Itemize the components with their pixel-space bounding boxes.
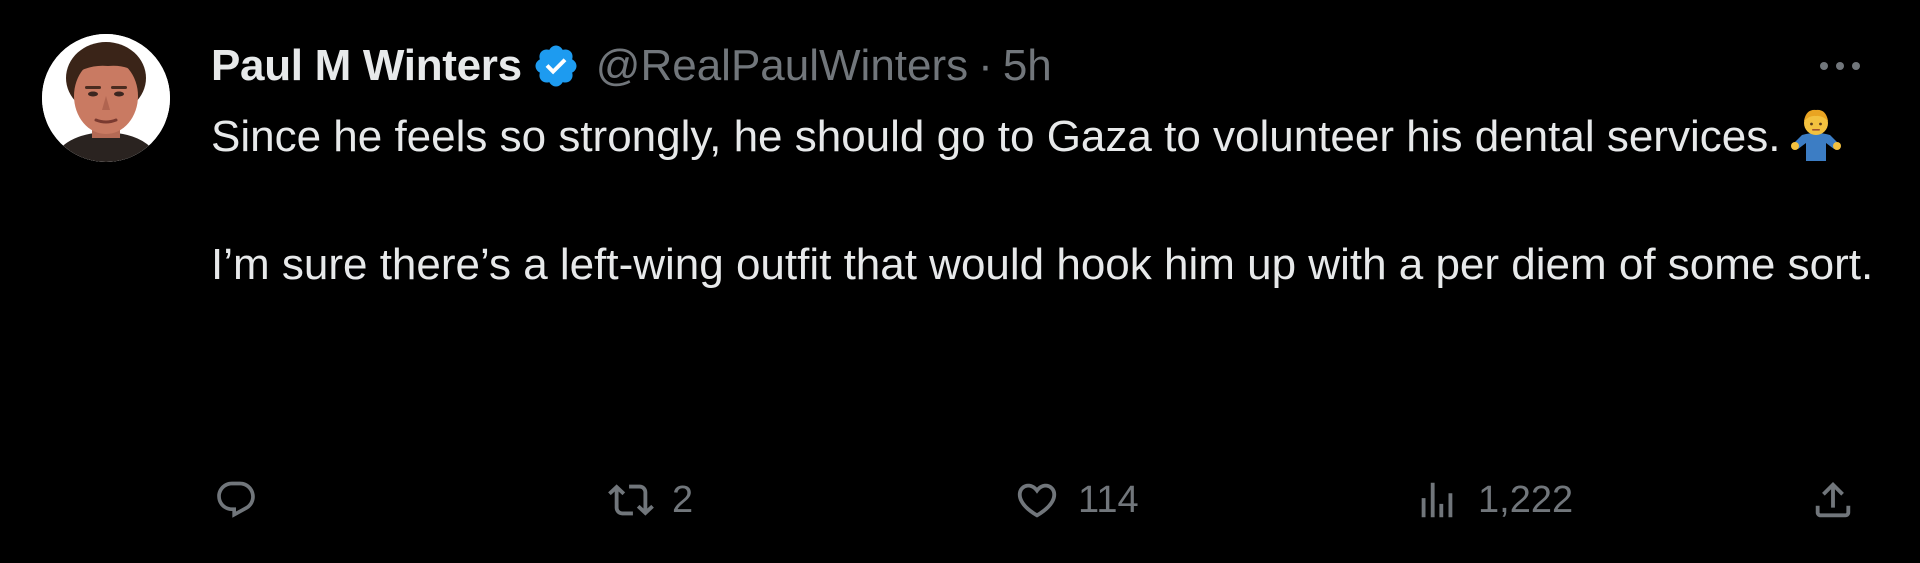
author-handle[interactable]: @RealPaulWinters (596, 36, 968, 96)
like-button[interactable]: 114 (1014, 470, 1139, 530)
views-button[interactable]: 1,222 (1414, 470, 1573, 530)
tweet-timestamp[interactable]: 5h (1003, 36, 1052, 96)
tweet-paragraph-1: Since he feels so strongly, he should go… (211, 105, 1891, 169)
tweet-paragraph-2: I’m sure there’s a left-wing outfit that… (211, 240, 1874, 289)
profile-photo-icon (42, 34, 170, 162)
reply-button[interactable] (214, 470, 258, 530)
views-icon (1414, 477, 1460, 523)
verified-badge-icon[interactable] (532, 42, 580, 90)
share-button[interactable] (1810, 470, 1856, 530)
separator-dot: · (978, 41, 993, 90)
more-options-icon[interactable] (1812, 46, 1868, 86)
shrugging-man-emoji-icon (1788, 105, 1844, 161)
views-count: 1,222 (1478, 478, 1574, 521)
heart-icon (1014, 477, 1060, 523)
retweet-button[interactable]: 2 (608, 470, 693, 530)
like-count: 114 (1078, 478, 1139, 521)
tweet-paragraph-1-text: Since he feels so strongly, he should go… (211, 112, 1781, 161)
author-display-name[interactable]: Paul M Winters (211, 36, 522, 96)
share-icon (1810, 477, 1856, 523)
reply-icon (214, 478, 258, 522)
retweet-count: 2 (672, 478, 694, 521)
retweet-icon (608, 477, 654, 523)
tweet[interactable]: Paul M Winters @RealPaulWinters · 5h Sin… (0, 0, 1920, 563)
tweet-actions-bar: 2 114 1,222 (0, 470, 1920, 530)
tweet-text: Since he feels so strongly, he should go… (211, 105, 1891, 297)
author-avatar[interactable] (42, 34, 170, 162)
tweet-header: Paul M Winters @RealPaulWinters · 5h (211, 36, 1052, 96)
